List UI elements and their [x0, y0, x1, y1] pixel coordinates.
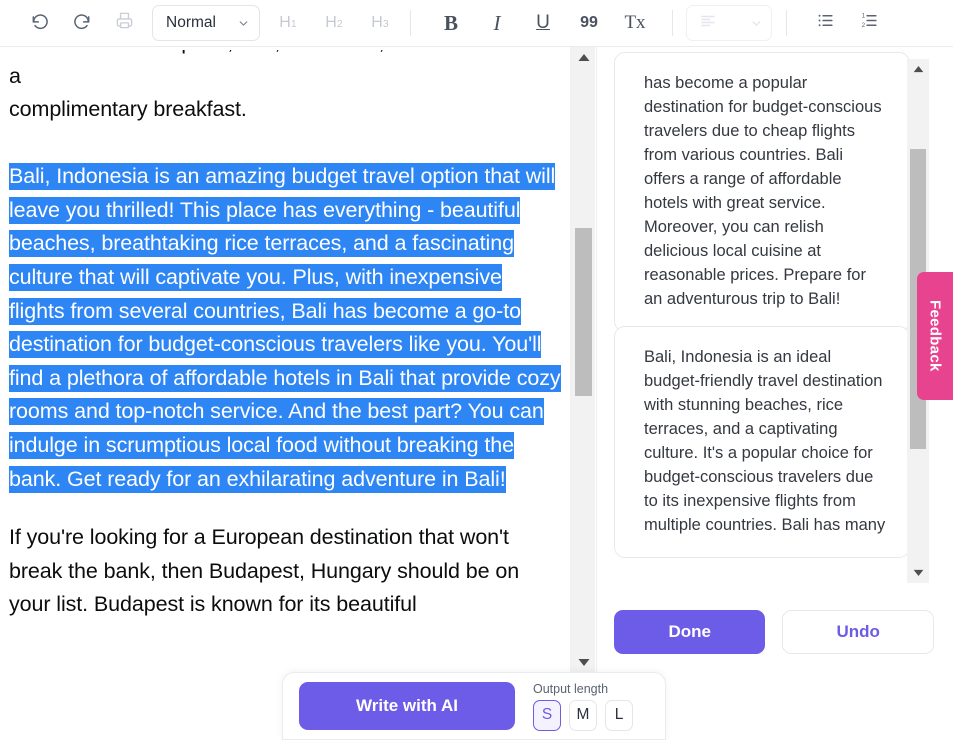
heading-1-label: H: [279, 14, 291, 31]
blockquote-button[interactable]: 99: [574, 14, 604, 32]
suggestions-scroll-area[interactable]: has become a popular destination for bud…: [597, 47, 953, 587]
redo-button[interactable]: [67, 8, 97, 38]
write-with-ai-button[interactable]: Write with AI: [299, 682, 515, 730]
suggestion-card-1[interactable]: has become a popular destination for bud…: [614, 52, 910, 332]
feedback-tab[interactable]: Feedback: [917, 272, 953, 400]
panel-scroll-down-arrow-icon[interactable]: [907, 564, 929, 581]
output-length-m-button[interactable]: M: [569, 699, 597, 731]
paragraph-style-value: Normal: [166, 14, 216, 31]
toolbar-divider: [410, 10, 411, 36]
feedback-tab-label: Feedback: [926, 300, 944, 372]
italic-button[interactable]: I: [482, 11, 512, 36]
toolbar-divider-2: [672, 10, 673, 36]
text-align-select[interactable]: [686, 5, 772, 41]
toolbar-divider-3: [786, 10, 787, 36]
undo-suggestion-button[interactable]: Undo: [782, 610, 934, 654]
panel-scroll-up-arrow-icon[interactable]: [907, 61, 929, 78]
bulleted-list-icon: [816, 11, 835, 35]
output-length-group: Output length S M L: [533, 682, 633, 731]
underline-button[interactable]: U: [528, 12, 558, 34]
numbered-list-button[interactable]: 12: [854, 8, 884, 38]
clear-format-button[interactable]: Tx: [620, 12, 650, 34]
heading-2-button[interactable]: H2: [319, 14, 349, 32]
heading-3-label: H: [371, 14, 383, 31]
output-length-s-button[interactable]: S: [533, 699, 561, 731]
app-root: Normal H1 H2 H3 B I U 99 Tx 1 2 a compli…: [0, 0, 953, 740]
undo-icon: [30, 11, 50, 36]
selection-highlight: Bali, Indonesia is an amazing budget tra…: [9, 163, 561, 493]
svg-text:2: 2: [861, 22, 865, 29]
output-length-label: Output length: [533, 681, 609, 696]
document-body[interactable]: for an affordable option, Bali, Indonesi…: [9, 47, 561, 656]
done-button[interactable]: Done: [614, 610, 766, 654]
ai-suggestions-panel: has become a popular destination for bud…: [596, 47, 953, 740]
suggestion-card-2[interactable]: Bali, Indonesia is an ideal budget-frien…: [614, 326, 910, 558]
document-scrollbar[interactable]: [570, 47, 595, 672]
paragraph-style-select[interactable]: Normal: [152, 5, 260, 41]
output-length-l-button[interactable]: L: [605, 699, 633, 731]
output-length-options: S M L: [533, 699, 633, 731]
bulleted-list-button[interactable]: [810, 8, 840, 38]
suggestion-card-1-text: has become a popular destination for bud…: [644, 74, 882, 308]
document-editor[interactable]: for an affordable option, Bali, Indonesi…: [0, 47, 570, 672]
heading-1-button[interactable]: H1: [273, 14, 303, 32]
bold-button[interactable]: B: [436, 11, 466, 36]
heading-3-sub: 3: [382, 18, 389, 30]
redo-icon: [72, 11, 92, 36]
align-left-icon: [699, 12, 717, 35]
scroll-down-arrow-icon[interactable]: [571, 653, 596, 670]
document-selected-paragraph[interactable]: Bali, Indonesia is an amazing budget tra…: [9, 160, 561, 496]
suggestion-card-2-text: Bali, Indonesia is an ideal budget-frien…: [644, 348, 886, 534]
print-button[interactable]: [109, 8, 139, 38]
heading-2-label: H: [325, 14, 337, 31]
editor-toolbar: Normal H1 H2 H3 B I U 99 Tx 1 2: [0, 0, 953, 47]
heading-2-sub: 2: [336, 18, 343, 30]
document-scrollbar-thumb[interactable]: [575, 228, 592, 396]
document-top-mask: [0, 47, 570, 50]
write-with-ai-bar: Write with AI Output length S M L: [282, 672, 666, 740]
chevron-down-icon: [237, 17, 250, 30]
heading-1-sub: 1: [290, 18, 297, 30]
undo-button[interactable]: [25, 8, 55, 38]
scroll-up-arrow-icon[interactable]: [571, 49, 596, 66]
document-paragraph-1: complimentary breakfast.: [9, 97, 247, 122]
svg-text:1: 1: [861, 13, 865, 20]
print-icon: [115, 11, 134, 35]
numbered-list-icon: 12: [860, 11, 879, 35]
document-paragraph-3: If you're looking for a European destina…: [9, 525, 520, 617]
heading-3-button[interactable]: H3: [365, 14, 395, 32]
chevron-down-icon-align: [750, 17, 763, 30]
document-clipped-line: for an affordable option, Bali, Indonesi…: [9, 47, 549, 88]
panel-action-buttons: Done Undo: [614, 610, 934, 654]
